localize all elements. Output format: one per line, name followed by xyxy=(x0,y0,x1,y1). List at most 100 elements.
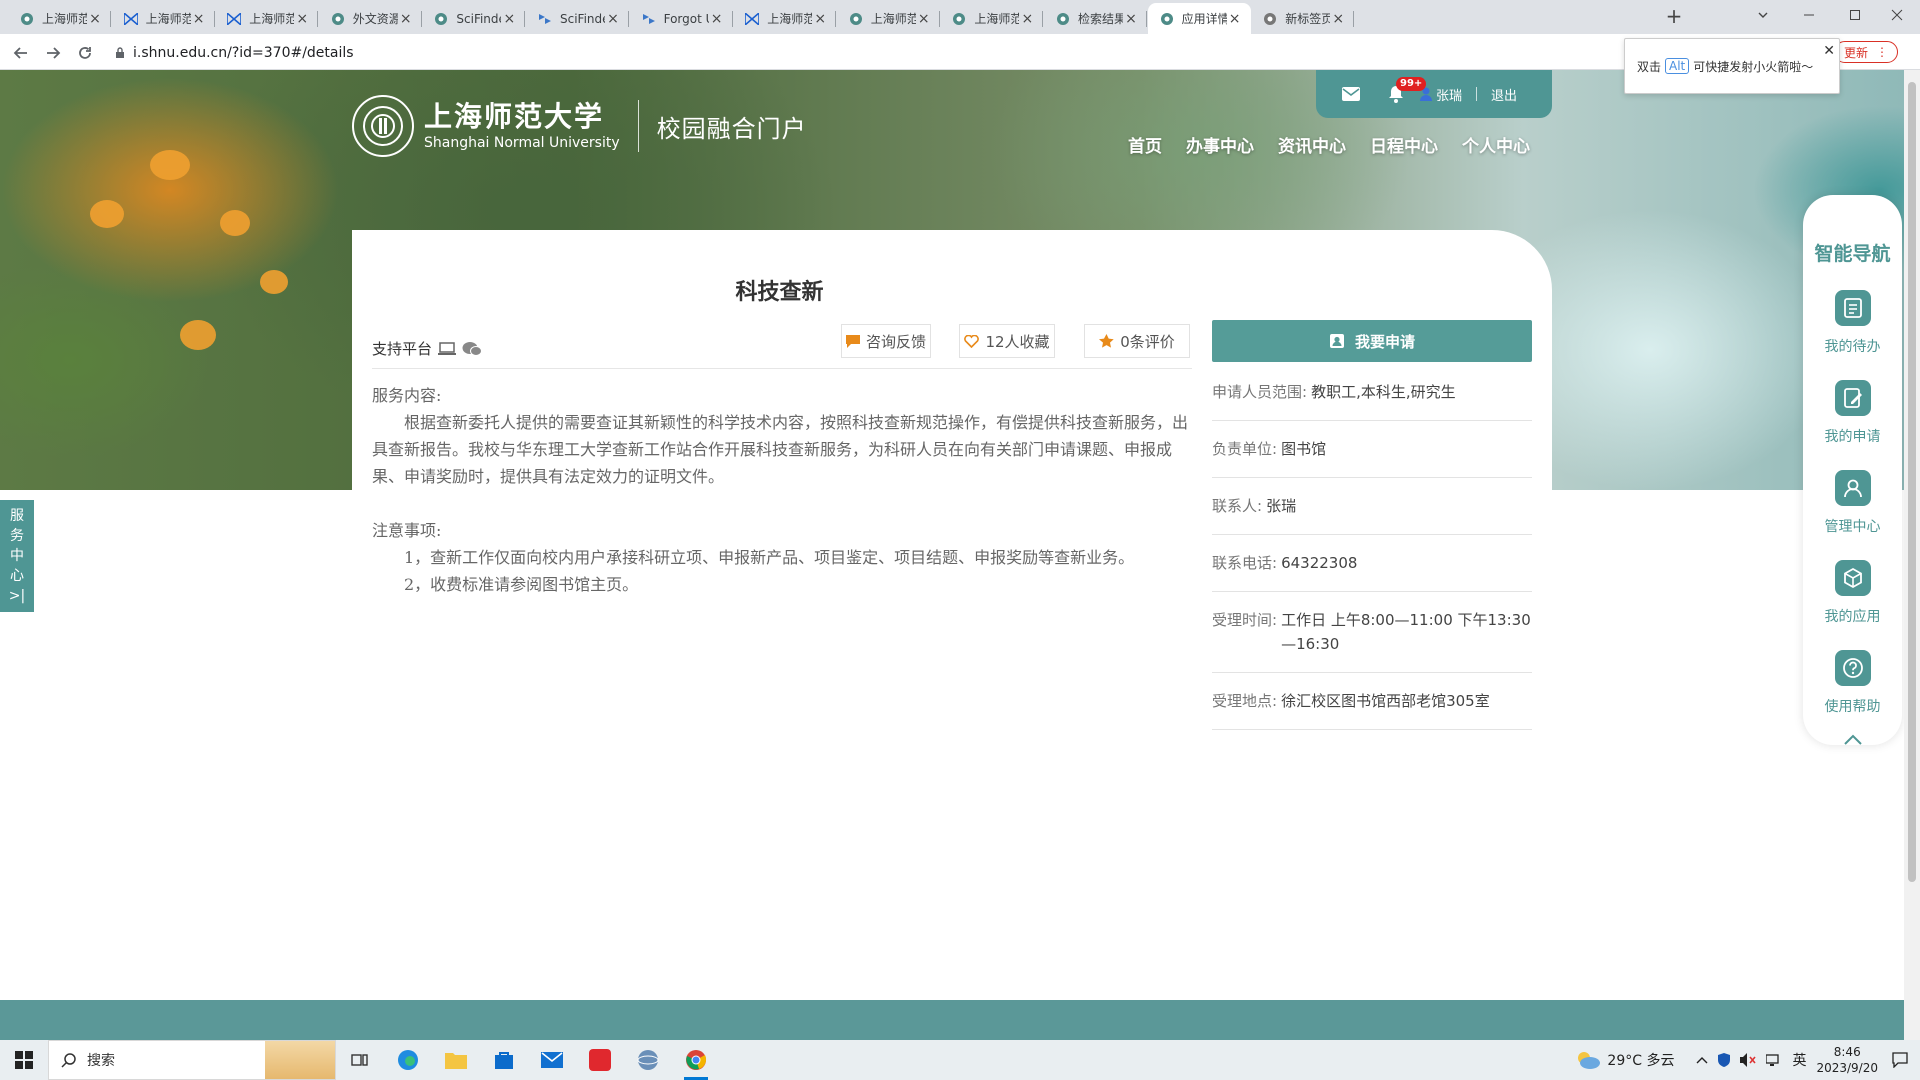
close-popup-icon[interactable]: ✕ xyxy=(1823,43,1835,59)
page-footer xyxy=(0,1000,1904,1040)
new-tab-button[interactable]: + xyxy=(1662,5,1686,29)
taskbar-clock[interactable]: 8:46 2023/9/20 xyxy=(1816,1044,1878,1076)
close-tab-icon[interactable]: × xyxy=(1227,11,1243,27)
service-center-side-tab[interactable]: 服务中心 >| xyxy=(0,500,34,612)
smart-nav-item[interactable]: 我的申请 xyxy=(1825,380,1881,446)
browser-tab[interactable]: 检索结果页× xyxy=(1044,3,1147,34)
close-tab-icon[interactable]: × xyxy=(709,11,725,27)
browser-tab[interactable]: 上海师范大学× xyxy=(733,3,837,34)
cloudy-weather-icon[interactable] xyxy=(1575,1051,1601,1069)
user-name[interactable]: 张瑞 xyxy=(1420,85,1462,104)
task-view-icon[interactable] xyxy=(336,1040,384,1080)
smart-nav-item[interactable]: 我的应用 xyxy=(1825,560,1881,626)
apply-button[interactable]: 我要申请 xyxy=(1212,320,1532,362)
reviews-button[interactable]: 0条评价 xyxy=(1084,324,1190,358)
shield-icon[interactable] xyxy=(1718,1053,1731,1067)
nav-item[interactable]: 办事中心 xyxy=(1186,132,1254,157)
close-tab-icon[interactable]: × xyxy=(87,11,103,27)
back-icon[interactable] xyxy=(10,42,32,64)
school-logo[interactable]: 上海师范大学 Shanghai Normal University 校园融合门户 xyxy=(352,95,807,157)
scroll-top-icon[interactable] xyxy=(1843,734,1862,746)
taskbar-search-box[interactable]: 搜索 xyxy=(48,1040,336,1080)
browser-tab[interactable]: 上海师范大学× xyxy=(8,3,111,34)
browser-tab[interactable]: 上海师范大学× xyxy=(940,3,1044,34)
tray-chevron-up-icon[interactable] xyxy=(1696,1056,1708,1064)
info-key: 联系人: xyxy=(1212,497,1263,515)
close-tab-icon[interactable]: × xyxy=(398,11,414,27)
url-field[interactable]: i.shnu.edu.cn/?id=370#/details xyxy=(115,43,354,63)
note-item: 1，查新工作仅面向校内用户承接科研立项、申报新产品、项目鉴定、项目结题、申报奖励… xyxy=(404,548,1135,567)
side-tab-char: >| xyxy=(8,588,26,604)
maximize-icon[interactable] xyxy=(1832,0,1878,30)
close-tab-icon[interactable]: × xyxy=(1019,11,1035,27)
browser-tab[interactable]: 应用详情页× xyxy=(1147,3,1251,34)
page-scrollbar[interactable] xyxy=(1904,70,1920,1040)
close-tab-icon[interactable]: × xyxy=(1123,11,1139,27)
store-icon[interactable] xyxy=(480,1040,528,1080)
info-value: 教职工,本科生,研究生 xyxy=(1311,383,1456,401)
info-key: 联系电话: xyxy=(1212,554,1278,572)
chrome-icon[interactable] xyxy=(672,1040,720,1080)
smart-nav-item[interactable]: 使用帮助 xyxy=(1825,650,1881,716)
service-description: 服务内容: 根据查新委托人提供的需要查证其新颖性的科学技术内容，按照科技查新规范… xyxy=(372,382,1192,598)
browser-tab[interactable]: SciFinder× xyxy=(526,3,629,34)
mail-app-icon[interactable] xyxy=(528,1040,576,1080)
nav-item[interactable]: 个人中心 xyxy=(1462,132,1530,157)
browser-tab-title: 上海师范大学 xyxy=(249,12,295,26)
browser-tab[interactable]: 新标签页 × xyxy=(1251,3,1355,34)
edge-icon[interactable] xyxy=(384,1040,432,1080)
weather-text[interactable]: 29°C 多云 xyxy=(1607,1050,1674,1070)
smart-nav-item[interactable]: 管理中心 xyxy=(1825,470,1881,536)
close-tab-icon[interactable]: × xyxy=(916,11,932,27)
smart-nav-label: 我的申请 xyxy=(1824,429,1881,445)
smart-nav-item[interactable]: 我的待办 xyxy=(1825,290,1881,356)
browser-tab[interactable]: Forgot User× xyxy=(630,3,733,34)
apply-label: 我要申请 xyxy=(1354,332,1415,351)
notification-center-icon[interactable] xyxy=(1892,1052,1908,1068)
close-tab-icon[interactable]: × xyxy=(1330,11,1346,27)
nav-item[interactable]: 首页 xyxy=(1128,132,1162,157)
browser-tab[interactable]: 外文资源 × xyxy=(319,3,422,34)
search-highlight-image xyxy=(265,1041,335,1079)
logout-link[interactable]: 退出 xyxy=(1491,85,1517,104)
network-globe-icon[interactable] xyxy=(624,1040,672,1080)
info-row: 受理地点: 徐汇校区图书馆西部老馆305室 xyxy=(1212,673,1532,730)
smart-nav-label: 我的待办 xyxy=(1824,339,1881,355)
scrollbar-thumb[interactable] xyxy=(1908,82,1916,882)
consult-feedback-button[interactable]: 咨询反馈 xyxy=(841,324,931,358)
browser-tab[interactable]: 上海师范大学× xyxy=(112,3,215,34)
close-tab-icon[interactable]: × xyxy=(294,11,310,27)
browser-tab[interactable]: 上海师范大学× xyxy=(837,3,940,34)
tab-search-icon[interactable] xyxy=(1740,0,1786,30)
lock-icon[interactable] xyxy=(115,47,125,59)
forward-icon[interactable] xyxy=(42,42,64,64)
side-tab-char: 中 xyxy=(10,548,24,564)
favorite-button[interactable]: 12人收藏 xyxy=(959,324,1055,358)
file-explorer-icon[interactable] xyxy=(432,1040,480,1080)
close-tab-icon[interactable]: × xyxy=(501,11,517,27)
volume-muted-icon[interactable] xyxy=(1740,1053,1757,1067)
youdao-icon[interactable] xyxy=(576,1040,624,1080)
browser-tab[interactable]: SciFinder× xyxy=(422,3,526,34)
ime-indicator[interactable]: 英 xyxy=(1792,1050,1806,1070)
nav-item[interactable]: 资讯中心 xyxy=(1278,132,1346,157)
notification-badge: 99+ xyxy=(1396,77,1427,91)
windows-taskbar: 搜索 29°C 多云 英 8:46 2023/9/20 xyxy=(0,1040,1920,1080)
browser-tab[interactable]: 上海师范大学× xyxy=(215,3,319,34)
network-icon[interactable] xyxy=(1766,1053,1782,1067)
info-value: 工作日 上午8:00—11:00 下午13:30—16:30 xyxy=(1281,611,1531,653)
bowtie-tab-icon xyxy=(123,12,138,26)
close-tab-icon[interactable]: × xyxy=(191,11,207,27)
close-tab-icon[interactable]: × xyxy=(812,11,828,27)
close-window-icon[interactable] xyxy=(1874,0,1920,30)
minimize-icon[interactable] xyxy=(1786,0,1832,30)
notification-bell-icon[interactable]: 99+ xyxy=(1388,77,1427,103)
notes-heading: 注意事项: xyxy=(372,521,442,540)
mail-icon[interactable] xyxy=(1342,87,1360,101)
close-tab-icon[interactable]: × xyxy=(605,11,621,27)
reload-icon[interactable] xyxy=(74,42,96,64)
update-button[interactable]: 更新 ⋮ xyxy=(1834,41,1898,63)
blossom-decoration xyxy=(180,320,216,350)
nav-item[interactable]: 日程中心 xyxy=(1370,132,1438,157)
windows-start-icon[interactable] xyxy=(0,1040,48,1080)
